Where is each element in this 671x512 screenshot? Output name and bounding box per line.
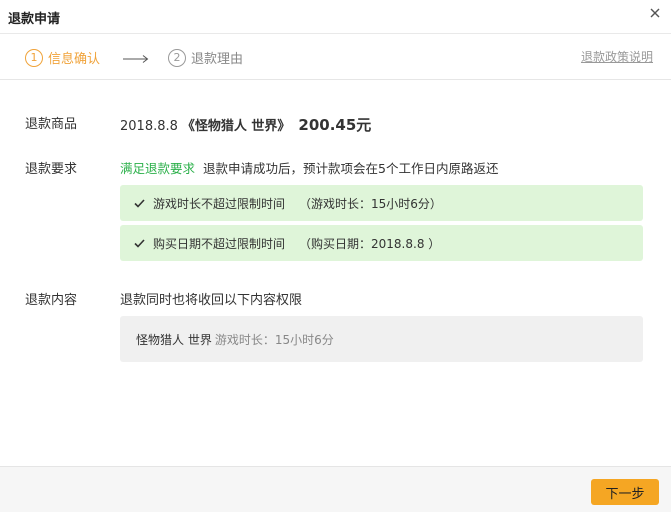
condition-row: 游戏时长不超过限制时间 （游戏时长：15小时6分） [120, 185, 643, 221]
requirement-description: 退款申请成功后，预计款项会在5个工作日内原路返还 [203, 161, 499, 176]
product-label: 退款商品 [25, 117, 78, 132]
purchase-date: 2018.8.8 [120, 119, 178, 134]
condition-detail: （购买日期：2018.8.8 ） [299, 236, 441, 251]
check-icon [134, 198, 145, 208]
refund-policy-link[interactable]: 退款政策说明 [581, 48, 653, 65]
step-label-info-confirm: 信息确认 [48, 52, 101, 67]
dialog-title: 退款申请 [8, 12, 61, 27]
step-number-2: 2 [168, 48, 186, 67]
content-description: 退款同时也将收回以下内容权限 [120, 293, 303, 308]
check-icon [134, 238, 145, 248]
close-icon[interactable] [648, 6, 662, 20]
condition-detail: （游戏时长：15小时6分） [299, 196, 442, 211]
requirement-status: 满足退款要求 [120, 161, 196, 176]
requirement-status-line: 满足退款要求 退款申请成功后，预计款项会在5个工作日内原路返还 [120, 158, 498, 177]
product-price: 200.45元 [298, 116, 372, 134]
product-name: 《怪物猎人 世界》 [181, 119, 291, 134]
dialog-titlebar: 退款申请 [0, 0, 671, 34]
dialog-footer: 下一步 [0, 466, 671, 512]
step-refund-reason: 2 退款理由 [168, 48, 243, 67]
next-step-button[interactable]: 下一步 [591, 479, 659, 505]
step-indicator: 1 信息确认 2 退款理由 退款政策说明 [0, 35, 671, 80]
content-item-name: 怪物猎人 世界 [136, 332, 212, 347]
condition-text: 游戏时长不超过限制时间 [153, 196, 286, 211]
product-info: 2018.8.8 《怪物猎人 世界》 200.45元 [120, 114, 371, 135]
requirement-label: 退款要求 [25, 162, 78, 177]
content-item-playtime: 游戏时长：15小时6分 [214, 332, 334, 347]
step-number-1: 1 [25, 48, 43, 67]
condition-row: 购买日期不超过限制时间 （购买日期：2018.8.8 ） [120, 225, 643, 261]
condition-text: 购买日期不超过限制时间 [153, 236, 286, 251]
step-info-confirm: 1 信息确认 [25, 48, 100, 67]
content-label: 退款内容 [25, 293, 78, 308]
step-label-refund-reason: 退款理由 [191, 52, 244, 67]
arrow-right-icon [123, 55, 149, 63]
content-item-box: 怪物猎人 世界 游戏时长：15小时6分 [120, 316, 643, 362]
